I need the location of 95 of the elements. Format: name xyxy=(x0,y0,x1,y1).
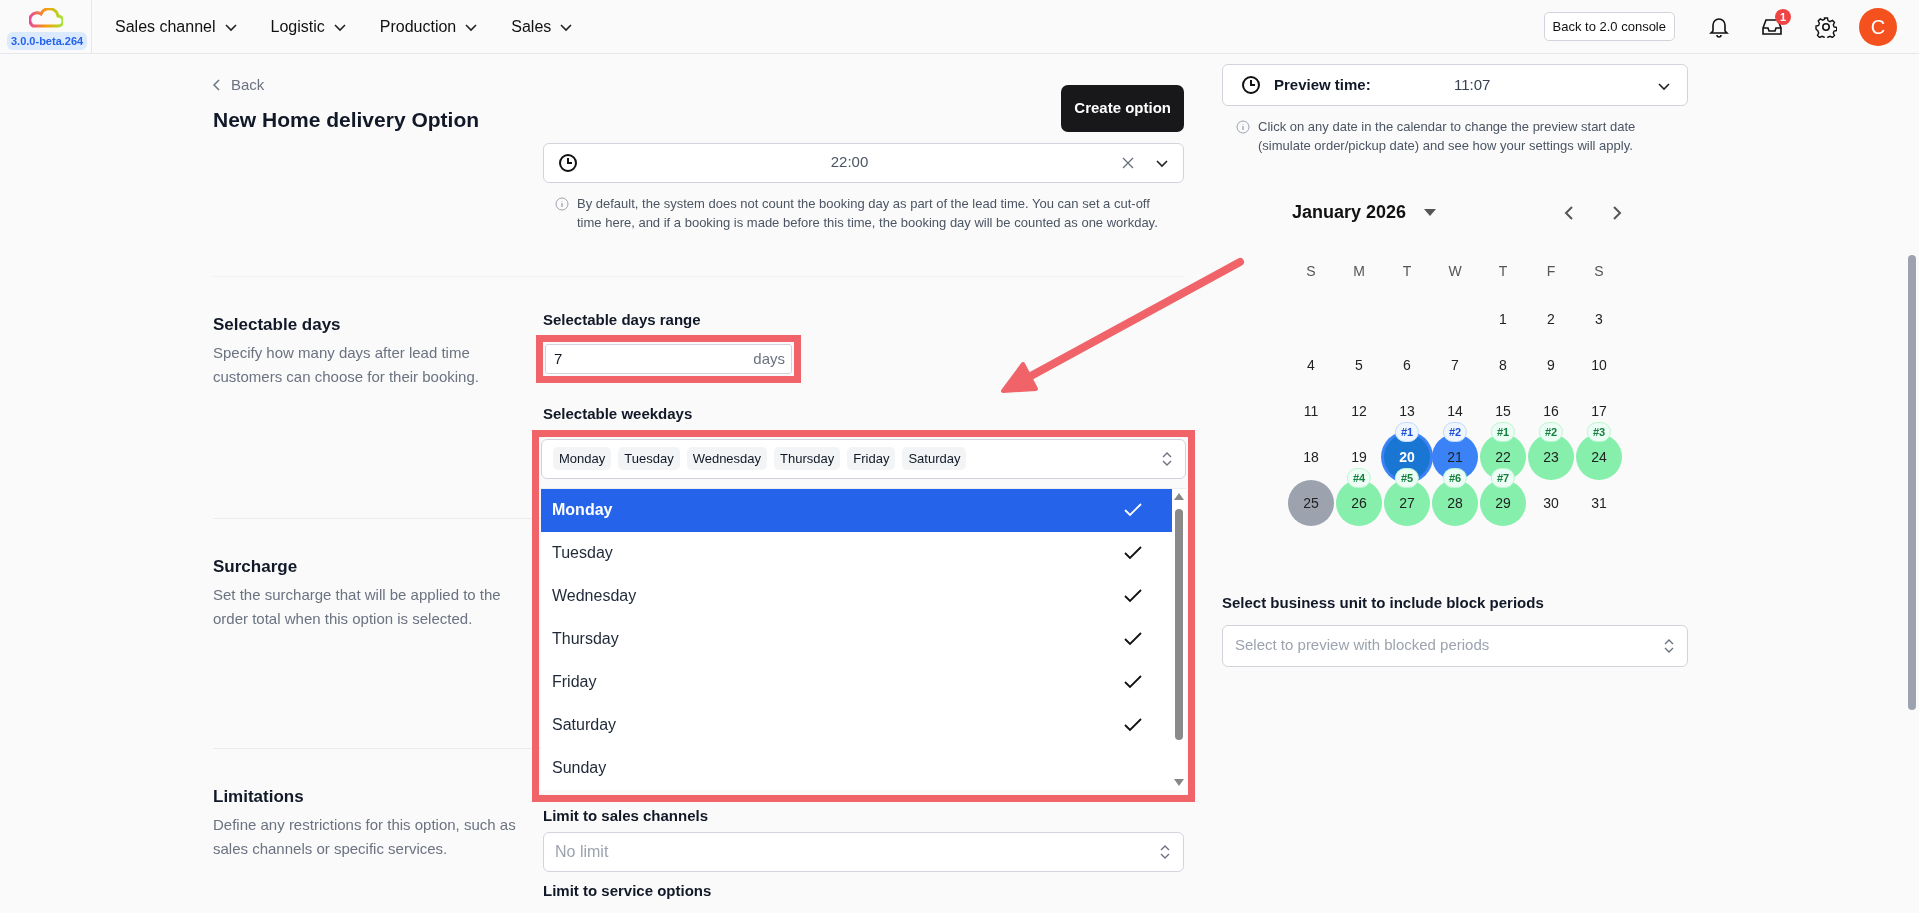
section-title: Limitations xyxy=(213,785,305,808)
month-picker[interactable]: January 2026 xyxy=(1292,199,1437,226)
check-icon xyxy=(1124,675,1142,690)
info-text: By default, the system does not count the booking day as part of the lead time. You can set a cut-off time here, and if a booking is made before this time, the booking day will be counted as one workday. xyxy=(577,194,1159,232)
cloud-logo-icon[interactable] xyxy=(28,7,63,30)
weekday-label: S xyxy=(1306,261,1316,281)
dropdown-option[interactable]: Thursday xyxy=(541,617,1172,661)
check-icon xyxy=(1124,589,1142,604)
dropdown-option[interactable]: Sunday xyxy=(541,746,1172,790)
input-field[interactable]: 7 days xyxy=(545,344,792,375)
field-label: Limit to sales channels xyxy=(543,805,710,826)
info-icon xyxy=(1236,120,1250,134)
check-icon xyxy=(1124,546,1142,561)
info-icon xyxy=(555,196,569,211)
day-tag: #2 xyxy=(1442,422,1468,442)
dropdown-option[interactable]: Saturday xyxy=(541,703,1172,747)
section-description: Set the surcharge that will be applied to the order total when this option is selected. xyxy=(213,585,502,630)
calendar-day[interactable]: 13 xyxy=(1399,400,1415,422)
time-field[interactable]: 22:00 xyxy=(543,142,1184,183)
calendar-day[interactable]: 16 xyxy=(1543,400,1559,422)
console-button[interactable]: Back to 2.0 console xyxy=(1543,11,1675,42)
multi-select-field[interactable]: Monday Tuesday Wednesday Thursday Friday Saturday xyxy=(541,438,1186,479)
weekday-label: S xyxy=(1594,261,1604,281)
check-icon xyxy=(1124,503,1142,518)
clock-icon xyxy=(1241,75,1261,95)
calendar-day[interactable]: 14 xyxy=(1447,400,1463,422)
calendar-day[interactable]: 4 xyxy=(1307,354,1315,376)
calendar-day[interactable]: 18 xyxy=(1303,446,1319,468)
section-description: Specify how many days after lead time customers can choose for their booking. xyxy=(213,343,480,388)
calendar-day[interactable]: 7 xyxy=(1451,354,1459,376)
dropdown-option[interactable]: Wednesday xyxy=(541,574,1172,618)
weekday-chip: Wednesday xyxy=(686,446,768,471)
section-title: Surcharge xyxy=(213,555,299,578)
check-icon xyxy=(1124,718,1142,733)
weekday-label: W xyxy=(1448,261,1462,281)
weekday-chip: Thursday xyxy=(774,446,841,471)
weekday-label: F xyxy=(1546,261,1556,281)
nav-menu[interactable]: Sales xyxy=(511,14,574,39)
create-option-button[interactable]: Create option xyxy=(1061,85,1184,132)
field-label: Select business unit to include block periods xyxy=(1222,593,1545,613)
chevron-left-icon xyxy=(213,79,221,92)
weekday-label: T xyxy=(1402,261,1412,281)
highlighted-day[interactable]: 25 xyxy=(1288,480,1334,526)
calendar-day[interactable]: 8 xyxy=(1499,354,1507,376)
bell-icon[interactable] xyxy=(1709,15,1729,38)
calendar-day[interactable]: 2 xyxy=(1547,308,1555,330)
clear-icon[interactable] xyxy=(1121,155,1135,170)
day-tag: #1 xyxy=(1490,422,1516,442)
calendar-day[interactable]: 19 xyxy=(1351,446,1367,468)
section-description: Define any restrictions for this option, such as sales channels or specific services. xyxy=(213,815,517,860)
calendar-day[interactable]: 1 xyxy=(1499,308,1507,330)
nav-menu[interactable]: Logistic xyxy=(270,14,347,39)
dropdown-option[interactable]: Monday xyxy=(541,488,1172,532)
calendar-day[interactable]: 9 xyxy=(1547,354,1555,376)
calendar-day[interactable]: 5 xyxy=(1355,354,1363,376)
nav-menu[interactable]: Production xyxy=(379,14,479,39)
weekday-chip: Saturday xyxy=(902,446,967,471)
clock-icon xyxy=(558,152,578,173)
weekday-chip: Monday xyxy=(553,446,612,471)
settings-icon[interactable] xyxy=(1815,15,1837,38)
calendar-day[interactable]: 3 xyxy=(1595,308,1603,330)
page-scrollbar[interactable] xyxy=(1908,255,1916,710)
calendar-day[interactable]: 6 xyxy=(1403,354,1411,376)
day-tag: #4 xyxy=(1346,468,1372,488)
previous-month-icon[interactable] xyxy=(1564,205,1574,220)
back-link[interactable]: Back xyxy=(213,74,265,97)
calendar-day[interactable]: 30 xyxy=(1543,492,1559,514)
nav-menu[interactable]: Sales channel xyxy=(115,14,238,39)
weekday-label: T xyxy=(1498,261,1508,281)
day-tag: #2 xyxy=(1538,422,1564,442)
calendar-day[interactable]: 12 xyxy=(1351,400,1367,422)
field-label: Selectable weekdays xyxy=(543,404,694,425)
day-tag: #3 xyxy=(1586,422,1612,442)
preview-time-select[interactable]: Preview time: 11:07 xyxy=(1222,64,1688,106)
calendar-day[interactable]: 17 xyxy=(1591,400,1607,422)
dropdown-option[interactable]: Friday xyxy=(541,660,1172,704)
weekday-label: M xyxy=(1353,261,1365,281)
day-tag: #1 xyxy=(1394,422,1420,442)
calendar-day[interactable]: 10 xyxy=(1591,354,1607,376)
weekday-chip: Tuesday xyxy=(618,446,680,471)
weekday-chip: Friday xyxy=(847,446,896,471)
calendar-day[interactable]: 31 xyxy=(1591,492,1607,514)
field-label: Selectable days range xyxy=(543,309,702,330)
field-label: Limit to service options xyxy=(543,881,713,902)
check-icon xyxy=(1124,632,1142,647)
next-month-icon[interactable] xyxy=(1612,205,1622,220)
calendar-day[interactable]: 11 xyxy=(1303,400,1319,422)
section-title: Selectable days xyxy=(213,313,342,336)
info-text: Click on any date in the calendar to change the preview start date (simulate order/pickup date) and see how your settings will apply. xyxy=(1258,118,1637,155)
dropdown-option[interactable]: Tuesday xyxy=(541,531,1172,575)
page-title: New Home delivery Option xyxy=(213,106,480,132)
caret-down-icon xyxy=(1424,209,1437,216)
notification-badge: 1 xyxy=(1775,8,1791,25)
version-label: 3.0.0-beta.264 xyxy=(7,31,88,50)
calendar-day[interactable]: 15 xyxy=(1495,400,1511,422)
